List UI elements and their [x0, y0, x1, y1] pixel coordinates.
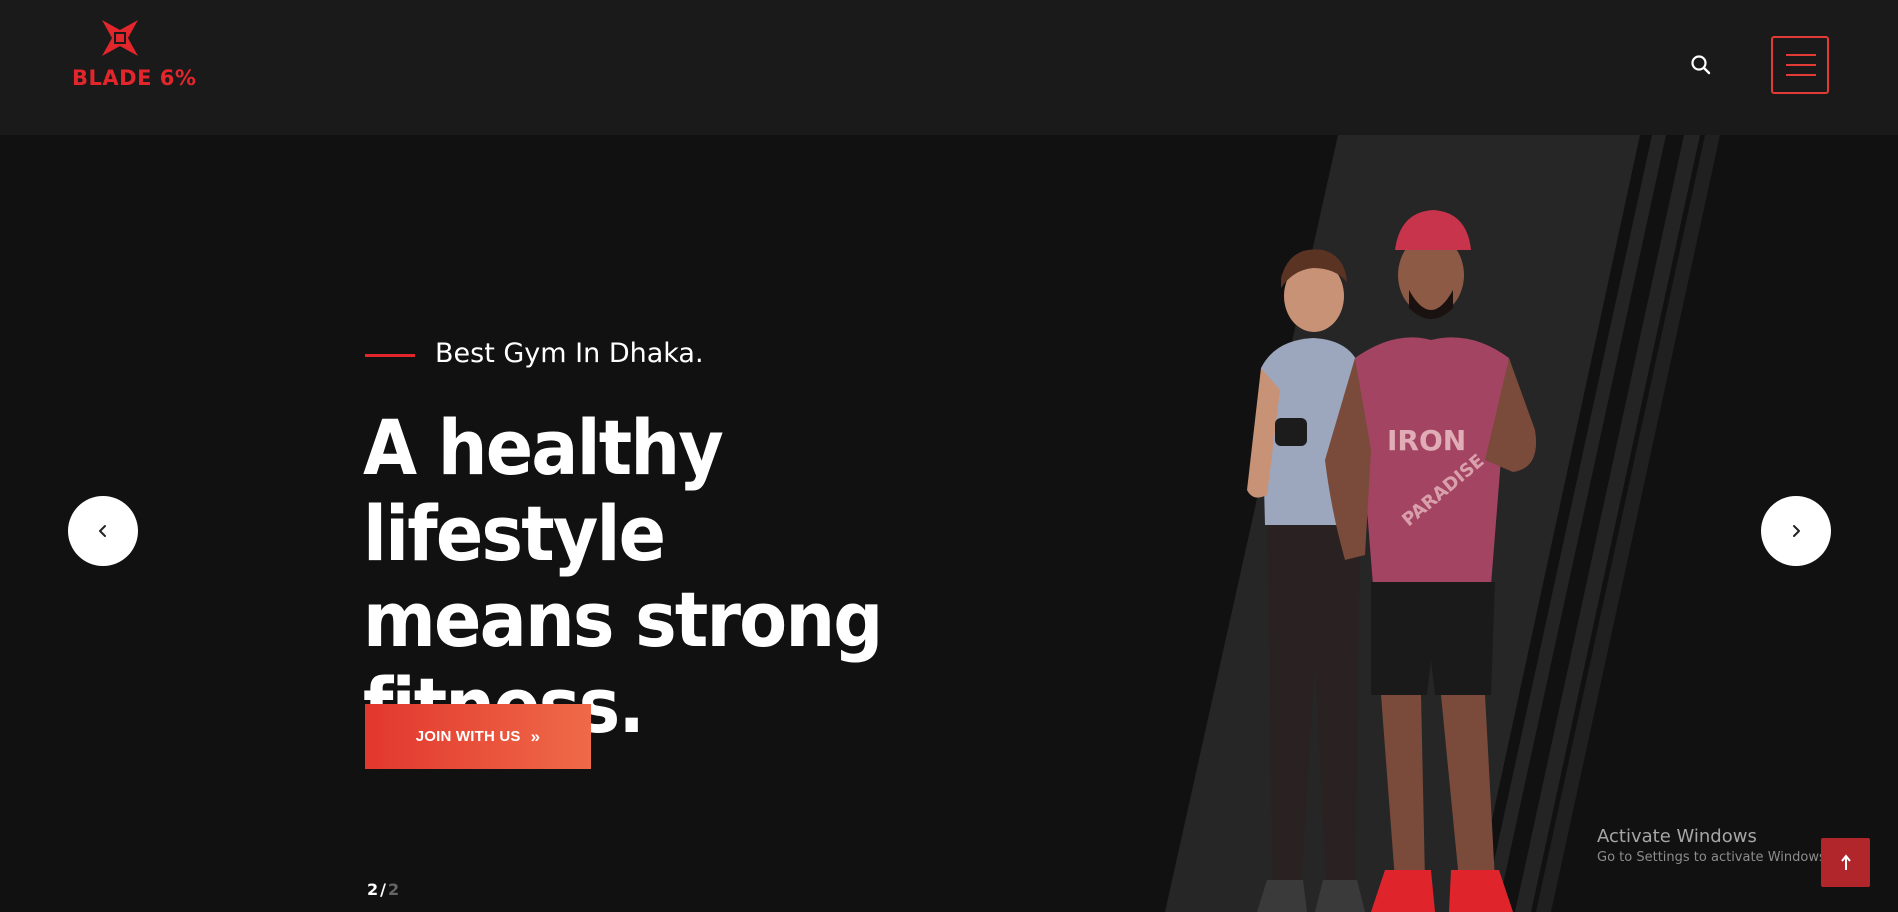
brand-logo[interactable]: BLADE 6%: [70, 18, 196, 92]
brand-name: BLADE 6%: [72, 66, 197, 90]
double-chevron-right-icon: »: [530, 726, 541, 746]
chevron-left-icon: [99, 525, 106, 537]
search-icon: [1691, 55, 1711, 75]
menu-toggle-button[interactable]: [1771, 36, 1829, 94]
search-button[interactable]: [1688, 52, 1714, 78]
slide-counter: 2/2: [367, 880, 399, 899]
hamburger-line: [1786, 64, 1816, 66]
slide-current: 2: [367, 880, 379, 899]
watermark-title: Activate Windows: [1597, 826, 1757, 847]
headline-line-1: A healthy lifestyle: [363, 403, 724, 578]
hamburger-menu-icon: [1786, 54, 1816, 56]
join-with-us-button[interactable]: JOIN WITH US »: [365, 704, 591, 769]
hero-slider: IRON PARADISE Best Gym In Dhaka. A healt…: [0, 135, 1898, 912]
watermark-subtitle: Go to Settings to activate Windows.: [1597, 850, 1830, 865]
arrow-up-icon: [1840, 853, 1851, 870]
prev-slide-button[interactable]: [68, 496, 138, 566]
hamburger-line: [1786, 74, 1816, 76]
trainers-photo: IRON PARADISE: [1247, 210, 1537, 912]
cta-label: JOIN WITH US: [415, 728, 521, 745]
site-header: BLADE 6%: [0, 0, 1898, 135]
subtitle-accent-line: [365, 354, 415, 357]
hero-headline: A healthy lifestyle means strong fitness…: [363, 405, 1007, 749]
slide-separator: /: [380, 880, 386, 899]
slide-total: 2: [387, 880, 400, 899]
hero-subtitle: Best Gym In Dhaka.: [435, 338, 704, 369]
next-slide-button[interactable]: [1761, 496, 1831, 566]
windows-activation-watermark: Activate Windows Go to Settings to activ…: [1597, 826, 1830, 868]
headline-line-2: means strong: [363, 575, 883, 664]
chevron-right-icon: [1793, 525, 1800, 537]
svg-text:IRON: IRON: [1387, 424, 1466, 457]
blade-star-logo-icon: [102, 20, 138, 56]
scroll-to-top-button[interactable]: [1821, 838, 1870, 887]
